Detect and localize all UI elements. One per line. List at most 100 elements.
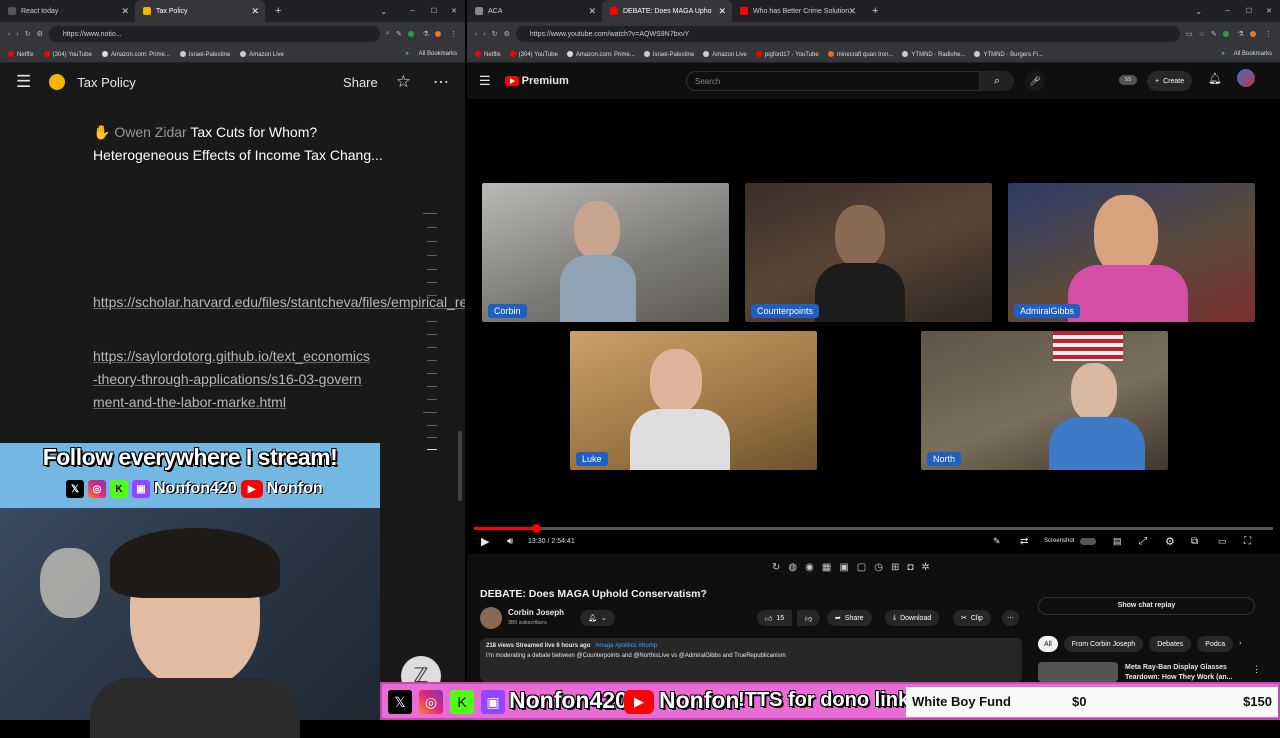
- site-info-icon[interactable]: ⚙: [504, 30, 510, 38]
- chevron-right-icon[interactable]: ›: [1239, 636, 1241, 652]
- bookmark-pigford[interactable]: pigford17 - YouTube: [755, 50, 819, 58]
- bookmark-israel-palestine[interactable]: Israel-Palestine: [179, 50, 230, 58]
- tab-tax-policy[interactable]: Tax Policy ✕: [135, 0, 265, 22]
- dislike-button[interactable]: 👎︎: [797, 610, 821, 626]
- screenshot-button[interactable]: Screenshot: [1044, 538, 1074, 544]
- bookmark-amazon-live[interactable]: Amazon Live: [703, 50, 747, 58]
- fullscreen-icon[interactable]: ⛶: [1244, 536, 1251, 547]
- reload-icon[interactable]: ↻: [25, 30, 31, 38]
- clip-button[interactable]: ✂ Clip: [953, 610, 991, 626]
- back-icon[interactable]: ‹: [475, 31, 477, 38]
- bookmark-amazon-live[interactable]: Amazon Live: [240, 50, 284, 58]
- tab-debate-video[interactable]: DEBATE: Does MAGA Upho ✕: [602, 0, 732, 22]
- tab-aca[interactable]: ACA ✕: [467, 0, 602, 22]
- forward-icon[interactable]: ›: [16, 31, 18, 38]
- menu-icon[interactable]: ⋮: [1265, 30, 1272, 38]
- bookmark-israel-palestine[interactable]: Israel-Palestine: [643, 50, 694, 58]
- share-button[interactable]: Share: [343, 75, 378, 90]
- miniplayer-icon[interactable]: ⧉: [1191, 536, 1198, 547]
- extension-icon[interactable]: ✎: [396, 30, 402, 38]
- close-icon[interactable]: ✕: [718, 6, 726, 17]
- recommended-thumbnail[interactable]: [1038, 662, 1118, 682]
- settings-gear-icon[interactable]: ⚙: [1165, 535, 1175, 548]
- search-button[interactable]: ⌕: [980, 71, 1014, 91]
- chip-podcasts[interactable]: Podca: [1197, 636, 1234, 652]
- image-icon[interactable]: ▣: [839, 562, 848, 573]
- bookmark-netflix[interactable]: Netflix: [8, 50, 34, 58]
- theater-mode-icon[interactable]: ▭: [1218, 536, 1227, 547]
- new-tab-icon[interactable]: +: [872, 5, 878, 17]
- frame-icon[interactable]: ▢: [857, 562, 866, 573]
- recommended-title-cont[interactable]: Teardown: How They Work (an...: [1125, 674, 1232, 681]
- chip-all[interactable]: All: [1038, 636, 1058, 652]
- extension-icon[interactable]: ⚗: [1238, 30, 1244, 38]
- channel-name[interactable]: Corbin Joseph: [508, 608, 564, 617]
- site-info-icon[interactable]: ⚙: [37, 30, 43, 38]
- create-button[interactable]: + Create: [1147, 71, 1193, 91]
- like-button[interactable]: 👍︎ 15: [757, 610, 793, 626]
- url-field[interactable]: https://www.notio...: [48, 26, 380, 42]
- tab-crime-solution[interactable]: Who has Better Crime Solution ✕: [732, 0, 862, 22]
- swap-icon[interactable]: ⇄: [1020, 536, 1028, 547]
- all-bookmarks[interactable]: All Bookmarks: [419, 51, 457, 57]
- video-progress-bar[interactable]: [474, 524, 1273, 533]
- minimize-icon[interactable]: ─: [1225, 8, 1230, 15]
- expand-icon[interactable]: ⤢: [1139, 536, 1147, 547]
- scrollbar[interactable]: [458, 431, 462, 501]
- cast-icon[interactable]: ▭: [1186, 30, 1193, 38]
- audio-icon[interactable]: ◍: [788, 562, 797, 573]
- subtitles-icon[interactable]: ▤: [1113, 536, 1122, 547]
- ss-badge[interactable]: SS: [1119, 75, 1137, 85]
- more-bookmarks-icon[interactable]: »: [1221, 51, 1224, 57]
- extension-icon[interactable]: [407, 31, 414, 37]
- search-input[interactable]: Search: [686, 71, 980, 91]
- search-icon[interactable]: ⌕: [386, 30, 390, 38]
- extension-icon[interactable]: ⚗: [423, 30, 429, 38]
- snapshot-icon[interactable]: ◘: [907, 562, 913, 573]
- table-of-contents[interactable]: [0, 101, 465, 461]
- profile-avatar[interactable]: [435, 31, 441, 37]
- speed-icon[interactable]: ◷: [874, 562, 883, 573]
- back-icon[interactable]: ‹: [8, 31, 10, 38]
- extension-icon[interactable]: ✎: [1211, 30, 1217, 38]
- camera-icon[interactable]: ◉: [805, 562, 814, 573]
- tab-search-icon[interactable]: ⌄: [1195, 7, 1202, 16]
- more-actions-button[interactable]: ⋯: [1002, 610, 1019, 626]
- hamburger-menu-icon[interactable]: ☰: [16, 72, 31, 92]
- close-icon[interactable]: ✕: [251, 6, 259, 17]
- chip-from-channel[interactable]: From Corbin Joseph: [1063, 636, 1144, 652]
- close-icon[interactable]: ✕: [848, 6, 856, 17]
- settings-icon[interactable]: ✲: [921, 562, 929, 573]
- volume-icon[interactable]: 🔊︎: [507, 536, 513, 547]
- bookmark-youtube[interactable]: (304) YouTube: [43, 50, 92, 58]
- forward-icon[interactable]: ›: [483, 31, 485, 38]
- hashtags[interactable]: #maga #politics #trump: [595, 643, 657, 649]
- download-button[interactable]: ⤓ Download: [885, 610, 940, 626]
- reload-icon[interactable]: ↻: [492, 30, 498, 38]
- bookmark-ytmnd-radiohead[interactable]: YTMND - Radiohe...: [902, 50, 965, 58]
- account-avatar[interactable]: [1237, 69, 1255, 87]
- page-title[interactable]: Tax Policy: [77, 75, 136, 90]
- crop-icon[interactable]: ⊞: [891, 562, 899, 573]
- bookmark-youtube[interactable]: (304) YouTube: [509, 50, 558, 58]
- more-options-icon[interactable]: ⋯: [433, 72, 449, 92]
- bookmark-amazon[interactable]: Amazon.com: Prime...: [566, 50, 635, 58]
- more-bookmarks-icon[interactable]: »: [405, 51, 408, 57]
- recommended-title[interactable]: Meta Ray-Ban Display Glasses: [1125, 664, 1227, 671]
- progress-scrubber[interactable]: [531, 524, 541, 533]
- url-field[interactable]: https://www.youtube.com/watch?v=AQWS9N7b…: [515, 26, 1180, 42]
- play-icon[interactable]: ▶: [481, 535, 489, 548]
- profile-avatar[interactable]: [1250, 31, 1256, 37]
- new-tab-icon[interactable]: +: [275, 5, 281, 17]
- close-icon[interactable]: ✕: [121, 6, 129, 17]
- bookmark-minecraft[interactable]: minecraft quan tron...: [827, 50, 893, 58]
- video-player[interactable]: Corbin Counterpoints AdmiralGibbs Luke N…: [467, 99, 1280, 554]
- bookmark-netflix[interactable]: Netflix: [475, 50, 501, 58]
- maximize-icon[interactable]: ☐: [431, 7, 437, 15]
- minimize-icon[interactable]: ─: [410, 8, 415, 15]
- pen-icon[interactable]: ✎: [993, 536, 1001, 547]
- close-icon[interactable]: ✕: [588, 6, 596, 17]
- bookmark-amazon[interactable]: Amazon.com: Prime...: [101, 50, 170, 58]
- close-window-icon[interactable]: ✕: [1266, 7, 1272, 15]
- notification-bell-button[interactable]: 🔔︎ ⌄: [580, 610, 615, 626]
